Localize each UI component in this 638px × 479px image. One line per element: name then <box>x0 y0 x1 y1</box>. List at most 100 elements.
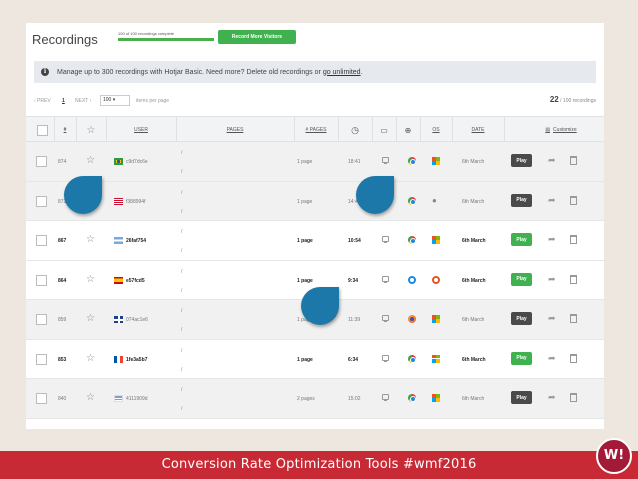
share-icon[interactable]: ➦ <box>548 234 556 244</box>
play-button[interactable]: Play <box>511 312 532 325</box>
customize-button[interactable]: ▤ Customize <box>526 117 596 143</box>
col-npages[interactable]: # PAGES <box>294 117 338 143</box>
table-row[interactable]: 874 ☆ c9d7dc6e / / 1 page 18:41 6th March Play ➦ <box>26 142 604 182</box>
page-path[interactable]: / <box>181 248 182 254</box>
star-icon[interactable]: ☆ <box>86 274 95 285</box>
page-path[interactable]: / <box>181 288 182 294</box>
prev-page-link[interactable]: ‹ PREV <box>34 98 51 104</box>
star-icon[interactable]: ☆ <box>86 393 95 403</box>
share-icon[interactable]: ➦ <box>548 392 556 402</box>
chrome-icon <box>408 157 416 165</box>
recordings-count: 22 / 100 recordings <box>550 95 596 104</box>
desktop-icon <box>382 157 389 164</box>
play-button[interactable]: Play <box>511 391 532 404</box>
row-checkbox[interactable] <box>36 156 47 167</box>
duration: 6:34 <box>348 356 359 363</box>
user-id[interactable]: f388994f <box>126 199 145 205</box>
globe-icon[interactable]: ⊕ <box>396 117 420 143</box>
share-icon[interactable]: ➦ <box>548 353 556 363</box>
trash-icon[interactable] <box>570 156 577 165</box>
play-button[interactable]: Play <box>511 193 532 207</box>
play-button[interactable]: Play <box>511 272 532 286</box>
row-checkbox[interactable] <box>36 195 47 207</box>
col-os[interactable]: OS <box>420 117 452 143</box>
monitor-icon[interactable]: ▭ <box>372 117 396 143</box>
annotation-pin <box>356 176 394 214</box>
wmf-logo: W! <box>596 438 632 474</box>
play-button[interactable]: Play <box>511 233 532 246</box>
row-checkbox[interactable] <box>36 393 47 404</box>
recording-date: 6th March <box>462 159 485 165</box>
page-path[interactable]: / <box>181 209 182 215</box>
col-number[interactable]: # <box>54 117 76 143</box>
country-flag-icon <box>114 276 123 284</box>
user-id[interactable]: 1fe3a5b7 <box>126 357 147 363</box>
per-page-value: 100 <box>103 97 112 103</box>
user-id[interactable]: 4111909d <box>126 396 148 402</box>
progress-text: 100 of 100 recordings complete <box>118 31 175 36</box>
clock-icon[interactable]: ◷ <box>338 117 372 143</box>
star-col-icon[interactable]: ☆ <box>76 117 106 143</box>
share-icon[interactable]: ➦ <box>548 155 556 165</box>
table-row[interactable]: 840 ☆ 4111909d / / 2 pages 15:02 6th March Play ➦ <box>26 379 604 419</box>
user-id[interactable]: e57fcd5 <box>126 278 145 284</box>
trash-icon[interactable] <box>570 235 577 244</box>
trash-icon[interactable] <box>570 274 577 284</box>
page-path[interactable]: / <box>181 169 182 175</box>
page-count: 1 page <box>297 238 313 244</box>
star-icon[interactable]: ☆ <box>86 353 95 364</box>
pagination: ‹ PREV 1 NEXT › 100 ▾ items per page 22 … <box>34 95 596 107</box>
page-path[interactable]: / <box>181 406 182 412</box>
current-page[interactable]: 1 <box>62 98 65 104</box>
user-id[interactable]: c9d7dc6e <box>126 159 148 165</box>
page-path[interactable]: / <box>181 229 182 235</box>
recording-date: 6th March <box>462 198 485 205</box>
info-text: Manage up to 300 recordings with Hotjar … <box>57 68 321 76</box>
star-icon[interactable]: ☆ <box>86 314 95 324</box>
table-row[interactable]: 871☆f388994f//1 page14:446th MarchPlay➦ <box>26 181 604 221</box>
go-unlimited-link[interactable]: go unlimited <box>323 69 361 76</box>
col-user[interactable]: USER <box>106 117 176 143</box>
trash-icon[interactable] <box>570 195 577 205</box>
trash-icon[interactable] <box>570 393 577 402</box>
next-page-link[interactable]: NEXT › <box>75 98 91 104</box>
table-row[interactable]: 867 ☆ 26faf754 / / 1 page 10:54 6th March Play ➦ <box>26 221 604 261</box>
user-id[interactable]: 074ac1e6 <box>126 317 148 323</box>
play-button[interactable]: Play <box>511 154 532 167</box>
page-path[interactable]: / <box>181 190 182 196</box>
page-path[interactable]: / <box>181 367 182 373</box>
page-path[interactable]: / <box>181 327 182 333</box>
windows-icon <box>432 315 440 323</box>
page-count: 1 page <box>297 159 313 165</box>
page-path[interactable]: / <box>181 387 182 393</box>
play-button[interactable]: Play <box>511 351 532 365</box>
page-path[interactable]: / <box>181 269 182 275</box>
share-icon[interactable]: ➦ <box>548 195 556 205</box>
row-checkbox[interactable] <box>36 274 47 286</box>
share-icon[interactable]: ➦ <box>548 274 556 284</box>
country-flag-icon <box>114 197 123 205</box>
star-icon[interactable]: ☆ <box>86 235 95 245</box>
trash-icon[interactable] <box>570 314 577 323</box>
row-checkbox[interactable] <box>36 353 47 365</box>
share-icon[interactable]: ➦ <box>548 313 556 323</box>
row-checkbox[interactable] <box>36 314 47 325</box>
per-page-select[interactable]: 100 ▾ <box>100 95 130 106</box>
record-more-visitors-button[interactable]: Record More Visitors <box>218 30 296 44</box>
trash-icon[interactable] <box>570 353 577 363</box>
page-path[interactable]: / <box>181 308 182 314</box>
select-all-checkbox[interactable] <box>36 117 48 143</box>
footer-banner: Conversion Rate Optimization Tools #wmf2… <box>0 451 638 479</box>
recording-number: 874 <box>58 159 67 165</box>
row-checkbox[interactable] <box>36 235 47 246</box>
recordings-progress: 100 of 100 recordings complete <box>118 31 216 41</box>
page-path[interactable]: / <box>181 348 182 354</box>
user-id[interactable]: 26faf754 <box>126 238 146 244</box>
table-row[interactable]: 853 ☆ 1fe3a5b7 / / 1 page 6:34 6th March Play ➦ <box>26 339 604 379</box>
windows-icon <box>432 236 440 244</box>
star-icon[interactable]: ☆ <box>86 156 95 166</box>
col-pages[interactable]: PAGES <box>176 117 294 143</box>
desktop-icon <box>382 315 389 322</box>
col-date[interactable]: DATE <box>452 117 504 143</box>
page-path[interactable]: / <box>181 150 182 156</box>
